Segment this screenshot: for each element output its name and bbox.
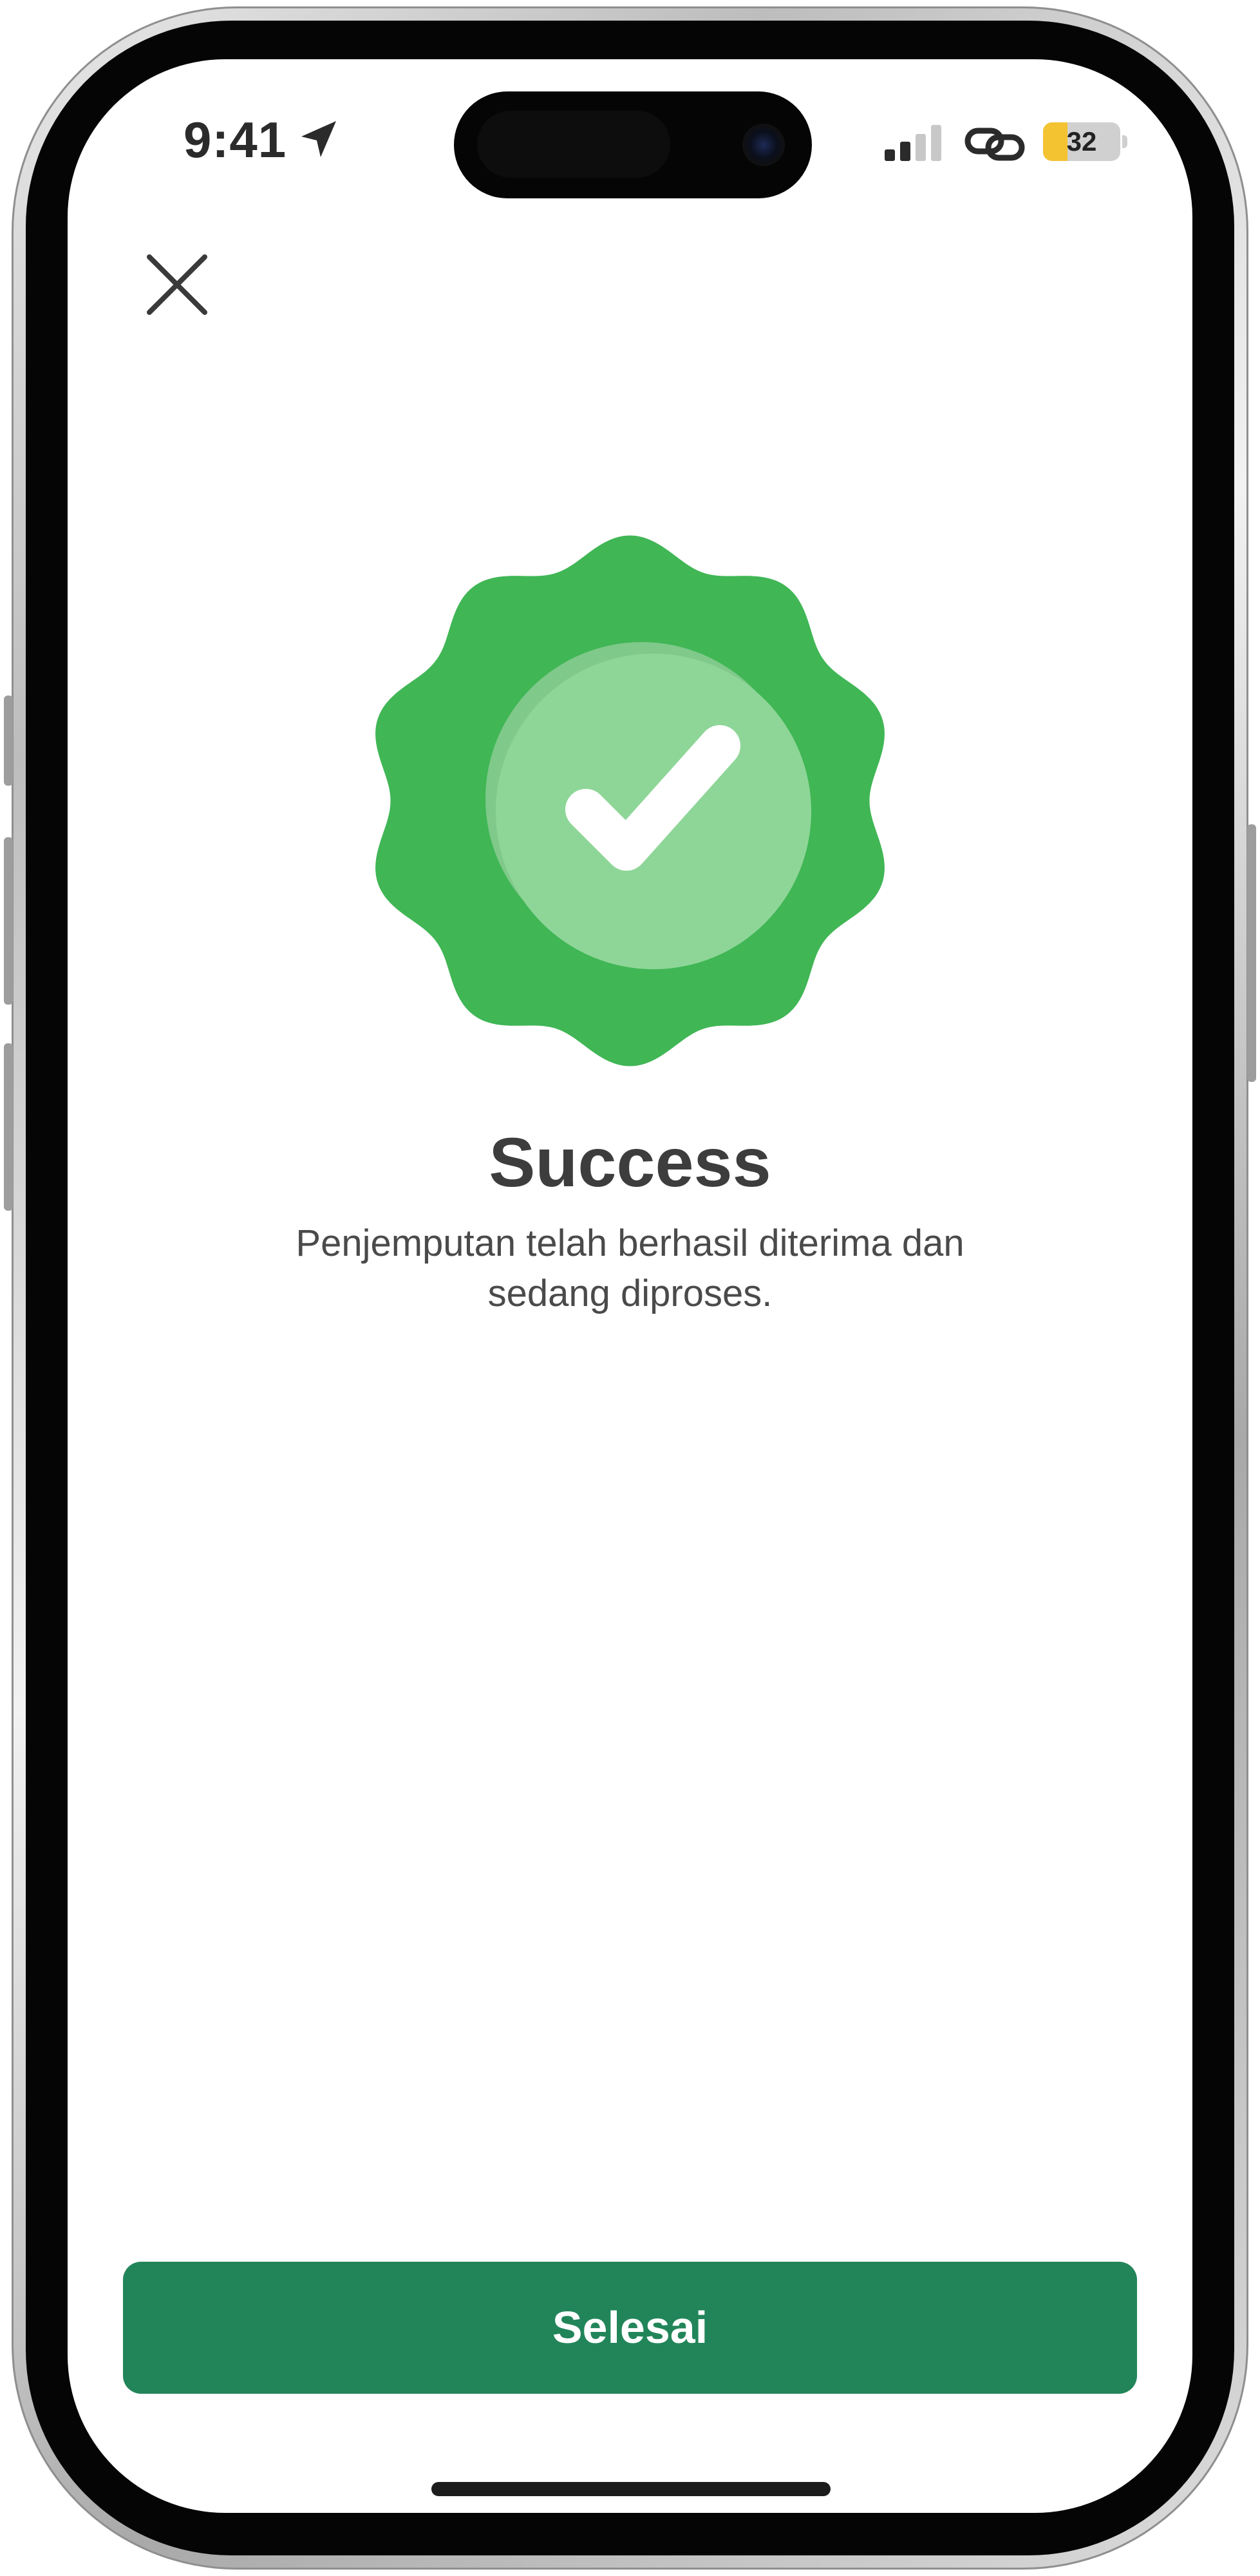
battery-tip (1122, 135, 1127, 148)
signal-bars-icon (885, 125, 941, 161)
side-button-volume-up (4, 837, 13, 1005)
link-icon (964, 128, 1025, 161)
dynamic-island (454, 91, 812, 198)
camera-lens (742, 124, 785, 166)
side-button-silent (4, 696, 13, 786)
location-arrow-icon (301, 121, 336, 157)
home-indicator (431, 2482, 831, 2496)
side-button-volume-down (4, 1043, 13, 1211)
island-sensor (477, 111, 670, 178)
close-icon[interactable] (135, 243, 219, 327)
device-mockup: 9:41 32 Success Penjemputan telah berhas… (0, 0, 1260, 2576)
battery-percent: 32 (1066, 126, 1097, 156)
success-message: Penjemputan telah berhasil diterima dan … (296, 1222, 964, 1314)
success-title: Success (489, 1123, 771, 1201)
side-button-power (1247, 824, 1256, 1082)
success-badge-icon (375, 535, 885, 1066)
app-screen: 9:41 32 Success Penjemputan telah berhas… (68, 59, 1192, 2513)
status-time: 9:41 (183, 111, 287, 168)
done-button[interactable]: Selesai (123, 2262, 1137, 2394)
battery-indicator: 32 (1043, 122, 1120, 161)
